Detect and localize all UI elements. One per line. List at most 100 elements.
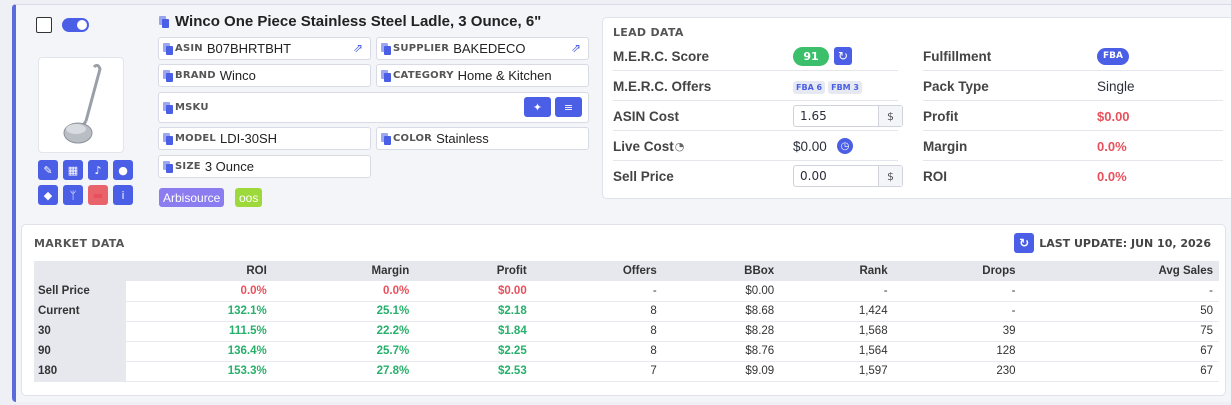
table-cell: $2.18 xyxy=(415,301,533,322)
table-cell: $0.00 xyxy=(662,281,781,302)
copy-icon[interactable] xyxy=(163,101,173,114)
table-cell: 111.5% xyxy=(126,321,273,342)
live-cost-value: $0.00 xyxy=(793,138,827,154)
row-label: Current xyxy=(34,301,126,322)
table-cell: - xyxy=(780,281,894,302)
external-link-icon[interactable]: ⇗ xyxy=(571,42,583,54)
table-cell: 230 xyxy=(893,361,1022,382)
margin-row: Margin 0.0% xyxy=(923,132,1223,161)
tag-arbisource[interactable]: Arbisource xyxy=(159,188,225,207)
column-header: Profit xyxy=(415,261,533,281)
table-cell: 27.8% xyxy=(272,361,416,382)
clock-button-icon[interactable]: ◷ xyxy=(837,138,853,154)
external-link-icon[interactable]: ⇗ xyxy=(353,42,365,54)
copy-icon[interactable] xyxy=(381,42,391,55)
product-image[interactable] xyxy=(38,57,124,153)
branch-icon[interactable]: ᛘ xyxy=(63,185,83,205)
edit-icon[interactable]: ✎ xyxy=(38,160,58,180)
active-toggle[interactable] xyxy=(62,18,89,32)
fulfillment-row: Fulfillment FBA xyxy=(923,42,1223,71)
copy-icon[interactable] xyxy=(381,132,391,145)
asin-cost-label: ASIN Cost xyxy=(613,108,680,124)
model-label: MODEL xyxy=(175,133,216,144)
table-cell: 8 xyxy=(532,341,663,362)
msku-field[interactable]: MSKU ✦ ≡ xyxy=(158,92,589,123)
lead-data-panel: LEAD DATA M.E.R.C. Score 91 ↻ M.E.R.C. O… xyxy=(602,17,1231,199)
copy-icon[interactable] xyxy=(163,132,173,145)
table-cell: 8 xyxy=(532,321,663,342)
table-cell: 1,597 xyxy=(780,361,894,382)
column-header: BBox xyxy=(662,261,781,281)
brand-field: BRAND Winco xyxy=(158,64,371,87)
delete-icon[interactable]: ▬ xyxy=(88,185,108,205)
merc-offers-values: FBA 6 FBM 3 xyxy=(793,79,865,94)
column-header: Avg Sales xyxy=(1021,261,1219,281)
column-header: Rank xyxy=(780,261,894,281)
pack-type-value: Single xyxy=(1097,78,1135,94)
table-row: Sell Price 0.0% 0.0% $0.00- $0.00- - - xyxy=(34,281,1219,302)
color-label: COLOR xyxy=(393,133,433,144)
table-cell: $2.53 xyxy=(415,361,533,382)
select-checkbox[interactable] xyxy=(36,17,52,33)
table-row: 30 111.5% 22.2% $1.84 8 $8.28 1,568 39 75 xyxy=(34,321,1219,342)
copy-icon[interactable] xyxy=(163,69,173,82)
roi-row: ROI 0.0% xyxy=(923,162,1223,191)
live-cost-label: Live Cost xyxy=(613,138,674,154)
bell-icon[interactable]: ♪ xyxy=(88,160,108,180)
table-cell: 7 xyxy=(532,361,663,382)
sell-price-input[interactable]: 0.00 $ xyxy=(793,165,903,187)
market-table: ROI Margin Profit Offers BBox Rank Drops Avg Sa… xyxy=(34,261,1219,382)
row-label: Sell Price xyxy=(34,281,126,302)
table-cell: 75 xyxy=(1021,321,1219,342)
column-header xyxy=(34,261,126,281)
table-cell: 22.2% xyxy=(272,321,416,342)
tag-icon[interactable]: ◆ xyxy=(38,185,58,205)
list-button[interactable]: ≡ xyxy=(555,97,582,117)
table-cell: 132.1% xyxy=(126,301,273,322)
pack-type-label: Pack Type xyxy=(923,78,989,94)
size-label: SIZE xyxy=(175,161,201,172)
live-cost-row: Live Cost ◔ $0.00 ◷ xyxy=(613,132,898,161)
tag-oos[interactable]: oos xyxy=(235,188,263,207)
copy-icon[interactable] xyxy=(163,42,173,55)
table-cell: 1,564 xyxy=(780,341,894,362)
market-data-title: MARKET DATA xyxy=(34,237,125,250)
table-cell: $0.00 xyxy=(415,281,533,302)
table-cell: 0.0% xyxy=(126,281,273,302)
margin-label: Margin xyxy=(923,138,968,154)
msku-label: MSKU xyxy=(175,102,209,113)
product-title-text: Winco One Piece Stainless Steel Ladle, 3… xyxy=(175,13,542,30)
copy-icon[interactable] xyxy=(159,15,169,28)
profit-label: Profit xyxy=(923,108,959,124)
asin-cost-value: 1.65 xyxy=(800,109,827,123)
info-icon[interactable]: i xyxy=(113,185,133,205)
category-value: Home & Kitchen xyxy=(457,68,552,83)
table-cell: 0.0% xyxy=(272,281,416,302)
refresh-icon[interactable]: ↻ xyxy=(834,47,852,65)
asin-cost-unit: $ xyxy=(878,106,902,126)
table-cell: $1.84 xyxy=(415,321,533,342)
model-value: LDI-30SH xyxy=(219,131,278,146)
asin-field: ASIN B07BHRTBHT ⇗ xyxy=(158,37,371,60)
asin-value: B07BHRTBHT xyxy=(206,41,292,56)
merc-offers-row: M.E.R.C. Offers FBA 6 FBM 3 xyxy=(613,72,898,101)
refresh-icon[interactable]: ↻ xyxy=(1014,233,1035,253)
column-header: Offers xyxy=(532,261,663,281)
profit-row: Profit $0.00 xyxy=(923,102,1223,131)
last-update-text: LAST UPDATE: JUN 10, 2026 xyxy=(1039,236,1211,250)
merc-score-badge: 91 xyxy=(793,46,829,66)
wand-button[interactable]: ✦ xyxy=(524,97,551,117)
table-cell: - xyxy=(893,281,1022,302)
clock-icon: ◔ xyxy=(674,139,685,153)
table-cell: 136.4% xyxy=(126,341,273,362)
comment-icon[interactable]: ● xyxy=(113,160,133,180)
table-cell: 25.1% xyxy=(272,301,416,322)
calculator-icon[interactable]: ▦ xyxy=(63,160,83,180)
copy-icon[interactable] xyxy=(381,69,391,82)
merc-score-label: M.E.R.C. Score xyxy=(613,48,710,64)
profit-value: $0.00 xyxy=(1097,108,1130,124)
asin-cost-input[interactable]: 1.65 $ xyxy=(793,105,903,127)
copy-icon[interactable] xyxy=(163,160,173,173)
product-title: Winco One Piece Stainless Steel Ladle, 3… xyxy=(159,13,541,30)
table-cell: $8.68 xyxy=(662,301,781,322)
